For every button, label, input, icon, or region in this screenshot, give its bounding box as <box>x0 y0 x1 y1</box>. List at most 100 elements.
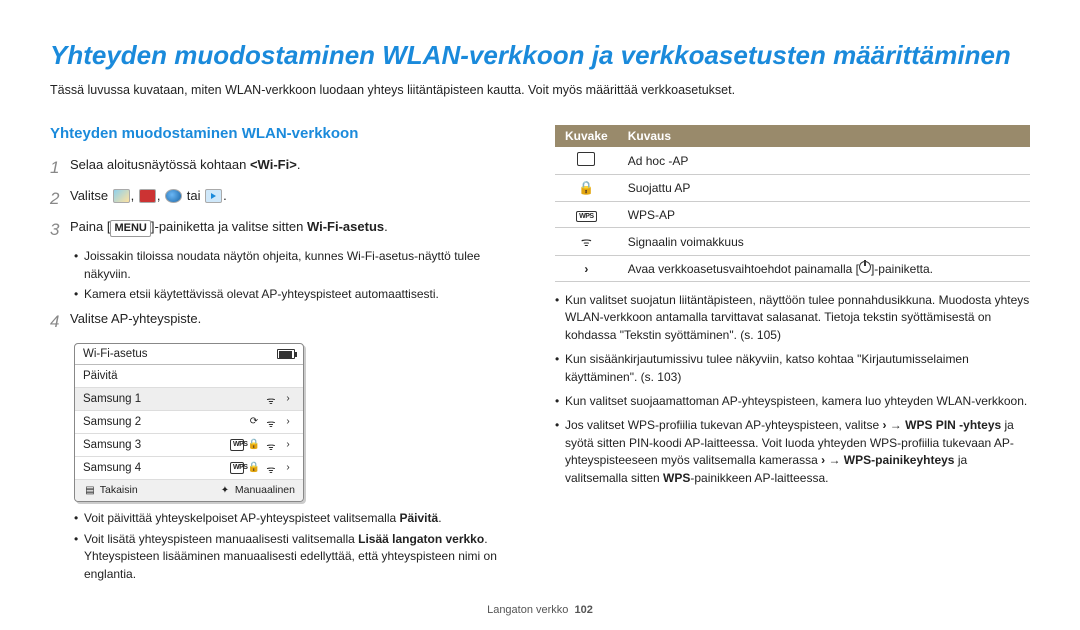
table-row: Ad hoc -AP <box>555 147 1030 175</box>
step-number: 1 <box>50 156 70 180</box>
wifi-ap-row[interactable]: Samsung 3 WPS🔒ᯤ› <box>75 434 303 457</box>
table-row: 🔒 Suojattu AP <box>555 175 1030 202</box>
wifi-ap-name: Samsung 4 <box>83 462 141 474</box>
td-desc: Ad hoc -AP <box>618 147 1030 175</box>
step-3-sub-2: Kamera etsii käytettävissä olevat AP-yht… <box>74 286 525 303</box>
th-icon: Kuvake <box>555 125 618 147</box>
wifi-settings-panel: Wi-Fi-asetus Päivitä Samsung 1 ᯤ› Samsun… <box>74 343 304 502</box>
signal-icon: ᯤ <box>264 439 278 451</box>
rb4-a: Jos valitset WPS-profiilia tukevan AP-yh… <box>565 418 882 432</box>
r5-a: Avaa verkkoasetusvaihtoehdot painamalla … <box>628 262 859 276</box>
share-icon <box>139 189 156 203</box>
back-icon[interactable]: ▤ <box>83 485 97 497</box>
signal-icon: ᯤ <box>581 235 592 249</box>
wifi-ap-name: Samsung 1 <box>83 393 141 405</box>
right-bullet-3: Kun valitset suojaamattoman AP-yhteyspis… <box>555 393 1030 410</box>
step-3-bold: Wi-Fi-asetus <box>307 219 384 234</box>
photo-icon <box>113 189 130 203</box>
td-desc: Suojattu AP <box>618 175 1030 202</box>
th-desc: Kuvaus <box>618 125 1030 147</box>
menu-key-icon: MENU <box>110 220 150 237</box>
step-2: 2 Valitse , , tai . <box>50 187 525 211</box>
battery-icon <box>277 349 295 359</box>
pb1-b: Päivitä <box>400 511 439 525</box>
lock-icon: 🔒 <box>247 462 261 474</box>
rb4-arrow2: → <box>825 453 844 467</box>
step-number: 3 <box>50 218 70 242</box>
step-3-sublist: Joissakin tiloissa noudata näytön ohjeit… <box>74 248 525 303</box>
right-bullet-1: Kun valitset suojatun liitäntäpisteen, n… <box>555 292 1030 344</box>
step-2-text-a: Valitse <box>70 188 112 203</box>
step-3-text-a: Paina [ <box>70 219 110 234</box>
step-3: 3 Paina [MENU]-painiketta ja valitse sit… <box>50 218 525 242</box>
lock-icon: 🔒 <box>578 180 594 195</box>
icon-legend-table: Kuvake Kuvaus Ad hoc -AP 🔒 Suojattu AP W… <box>555 125 1030 282</box>
rb4-f: WPS <box>663 471 690 485</box>
signal-icon: ᯤ <box>264 393 278 405</box>
pb2-a: Voit lisätä yhteyspisteen manuaalisesti … <box>84 532 358 546</box>
table-row: WPS WPS-AP <box>555 202 1030 228</box>
lock-icon: 🔒 <box>247 439 261 451</box>
rb4-b: WPS PIN -yhteys <box>905 418 1001 432</box>
step-3-text-d: . <box>384 219 388 234</box>
post-bullet-1: Voit päivittää yhteyskelpoiset AP-yhteys… <box>74 510 525 527</box>
td-desc: WPS-AP <box>618 202 1030 228</box>
rb4-d: WPS-painikeyhteys <box>844 453 955 467</box>
rb4-g: -painikkeen AP-laitteessa. <box>690 471 828 485</box>
step-2-end: . <box>223 188 227 203</box>
wifi-ap-row[interactable]: Samsung 1 ᯤ› <box>75 388 303 411</box>
step-3-sub-1: Joissakin tiloissa noudata näytön ohjeit… <box>74 248 525 283</box>
wifi-ap-row[interactable]: Samsung 2 ⟳ᯤ› <box>75 411 303 434</box>
section-heading: Yhteyden muodostaminen WLAN-verkkoon <box>50 125 525 142</box>
signal-icon: ᯤ <box>264 416 278 428</box>
left-column: Yhteyden muodostaminen WLAN-verkkoon 1 S… <box>50 125 525 589</box>
wifi-panel-title: Wi-Fi-asetus <box>83 348 148 360</box>
wifi-refresh-row[interactable]: Päivitä <box>75 365 303 388</box>
wps-icon: WPS <box>230 439 244 451</box>
wifi-refresh-label: Päivitä <box>83 370 118 382</box>
step-4: 4 Valitse AP-yhteyspiste. <box>50 310 525 334</box>
globe-icon <box>165 189 182 203</box>
page-title: Yhteyden muodostaminen WLAN-verkkoon ja … <box>50 40 1030 71</box>
pb2-b: Lisää langaton verkko <box>358 532 484 546</box>
footer-section: Langaton verkko <box>487 604 568 616</box>
power-icon <box>859 261 871 273</box>
td-desc: Avaa verkkoasetusvaihtoehdot painamalla … <box>618 256 1030 282</box>
chevron-right-icon: › <box>281 416 295 428</box>
wifi-ap-row[interactable]: Samsung 4 WPS🔒ᯤ› <box>75 457 303 480</box>
chevron-right-icon: › <box>584 262 588 276</box>
page-footer: Langaton verkko 102 <box>0 604 1080 616</box>
chevron-right-icon: › <box>281 393 295 405</box>
footer-page-number: 102 <box>575 604 593 616</box>
step-1-text-a: Selaa aloitusnäytössä kohtaan <box>70 157 250 172</box>
wps-icon: WPS <box>576 211 596 222</box>
step-1-bold: <Wi-Fi> <box>250 157 297 172</box>
adhoc-icon: ⟳ <box>247 416 261 428</box>
post-bullet-2: Voit lisätä yhteyspisteen manuaalisesti … <box>74 531 525 583</box>
table-row: ᯤ Signaalin voimakkuus <box>555 228 1030 256</box>
step-number: 4 <box>50 310 70 334</box>
post-panel-bullets: Voit päivittää yhteyskelpoiset AP-yhteys… <box>74 510 525 583</box>
comma-2: , <box>157 188 164 203</box>
chevron-right-icon: › <box>281 462 295 474</box>
r5-b: ]-painiketta. <box>871 262 933 276</box>
manual-icon[interactable]: ✦ <box>218 485 232 497</box>
pb1-a: Voit päivittää yhteyskelpoiset AP-yhteys… <box>84 511 400 525</box>
rb4-arrow: → <box>886 418 905 432</box>
wifi-manual-label: Manuaalinen <box>235 484 295 496</box>
right-bullet-list: Kun valitset suojatun liitäntäpisteen, n… <box>555 292 1030 487</box>
step-number: 2 <box>50 187 70 211</box>
step-4-text: Valitse AP-yhteyspiste. <box>70 310 525 328</box>
signal-icon: ᯤ <box>264 462 278 474</box>
right-column: Kuvake Kuvaus Ad hoc -AP 🔒 Suojattu AP W… <box>555 125 1030 589</box>
step-1-text-c: . <box>297 157 301 172</box>
step-1: 1 Selaa aloitusnäytössä kohtaan <Wi-Fi>. <box>50 156 525 180</box>
right-bullet-2: Kun sisäänkirjautumissivu tulee näkyviin… <box>555 351 1030 386</box>
wps-icon: WPS <box>230 462 244 474</box>
right-bullet-4: Jos valitset WPS-profiilia tukevan AP-yh… <box>555 417 1030 487</box>
adhoc-icon <box>577 152 595 166</box>
or-text: tai <box>183 188 204 203</box>
pb1-c: . <box>438 511 441 525</box>
step-3-text-b: ]-painiketta ja valitse sitten <box>151 219 307 234</box>
table-row: › Avaa verkkoasetusvaihtoehdot painamall… <box>555 256 1030 282</box>
